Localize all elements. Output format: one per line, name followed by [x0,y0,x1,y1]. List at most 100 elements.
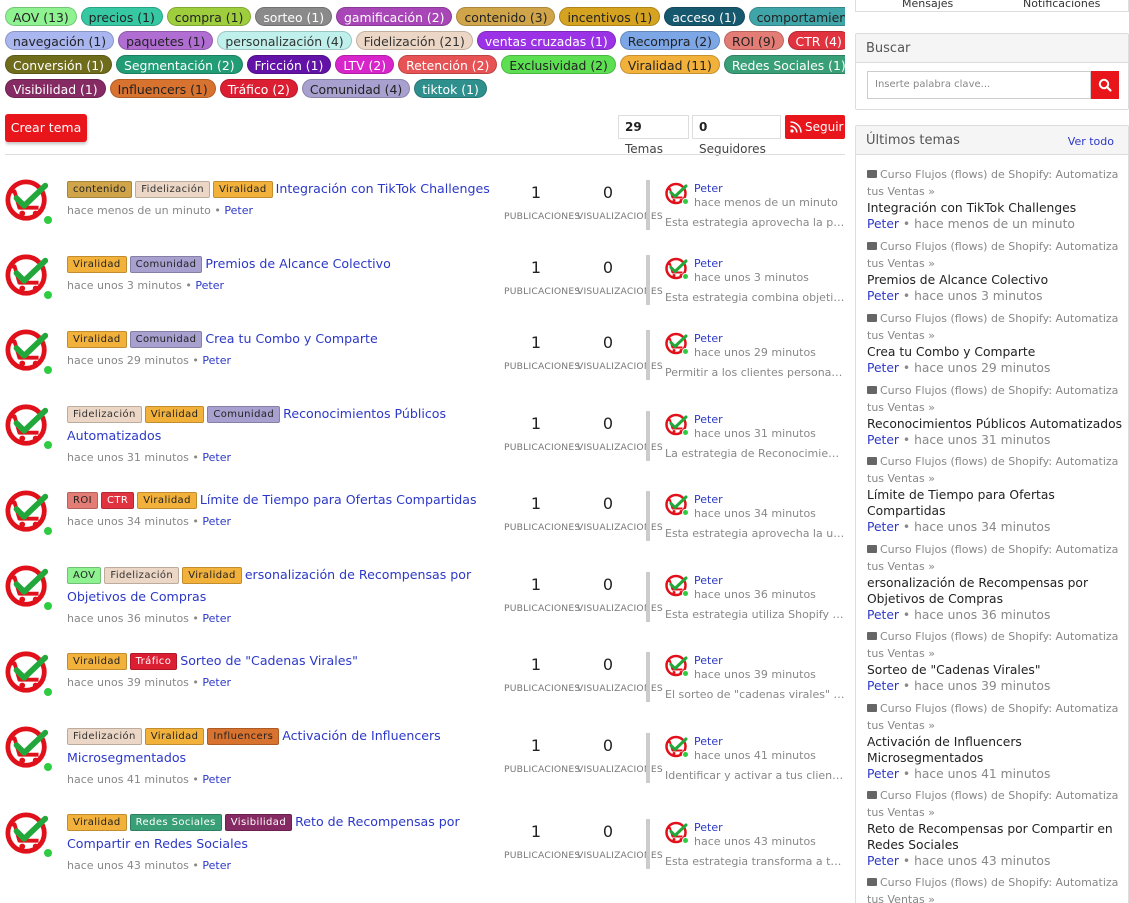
topic-title-cont[interactable]: Compartir en Redes Sociales [67,833,497,855]
tag-chip[interactable]: personalización (4) [217,31,352,50]
last-post-author[interactable]: Peter [694,182,723,195]
category-line2[interactable]: tus Ventas » [867,183,1122,200]
latest-topic-title[interactable]: Reto de Recompensas por Compartir en Red… [867,821,1122,853]
tag-chip[interactable]: tiktok (1) [414,79,487,98]
last-post-excerpt[interactable]: Esta estrategia aprovecha la urgencia [665,527,845,540]
tag-chip[interactable]: Conversión (1) [5,55,112,74]
avatar[interactable] [5,328,53,376]
topic-author[interactable]: Peter [202,859,231,872]
topic-tag[interactable]: AOV [67,567,102,584]
tag-chip[interactable]: Comunidad (4) [301,79,411,98]
follow-button[interactable]: Seguir [785,115,845,139]
topic-tag[interactable]: Fidelización [67,406,142,423]
topic-title[interactable]: Premios de Alcance Colectivo [205,256,390,271]
avatar[interactable] [5,725,53,773]
last-post-excerpt[interactable]: Esta estrategia transforma a tus cliente… [665,855,845,868]
last-post-avatar[interactable] [665,332,689,356]
tag-chip[interactable]: AOV (13) [5,7,77,26]
avatar[interactable] [5,403,53,451]
topic-tag[interactable]: Viralidad [67,653,127,670]
topic-tag[interactable]: Viralidad [67,814,127,831]
last-post-author[interactable]: Peter [694,257,723,270]
last-post-excerpt[interactable]: La estrategia de Reconocimientos Público… [665,447,845,460]
latest-topic-category[interactable]: Curso Flujos (flows) de Shopify: Automat… [867,453,1122,470]
latest-topic-title[interactable]: ersonalización de Recompensas por Objeti… [867,575,1122,607]
latest-topic-title[interactable]: Límite de Tiempo para Ofertas Compartida… [867,487,1122,519]
category-line2[interactable]: tus Ventas » [867,399,1122,416]
tag-chip[interactable]: ventas cruzadas (1) [476,31,616,50]
latest-topic-title[interactable]: Integración con TikTok Challenges [867,200,1122,216]
latest-topic-category[interactable]: Curso Flujos (flows) de Shopify: Automat… [867,238,1122,255]
topic-title[interactable]: Reto de Recompensas por [295,814,460,829]
topic-tag[interactable]: Viralidad [144,728,205,745]
latest-topic-category[interactable]: Curso Flujos (flows) de Shopify: Automat… [867,628,1122,645]
latest-topic-category[interactable]: Curso Flujos (flows) de Shopify: Automat… [867,700,1122,717]
last-post-author[interactable]: Peter [694,413,723,426]
category-line2[interactable]: tus Ventas » [867,717,1122,734]
topic-author[interactable]: Peter [202,515,231,528]
topic-tag[interactable]: CTR [100,492,135,509]
topic-author[interactable]: Peter [202,676,231,689]
topic-title[interactable]: Activación de Influencers [282,728,441,743]
category-line2[interactable]: tus Ventas » [867,255,1122,272]
tag-chip[interactable]: acceso (1) [664,7,745,26]
latest-topic-author[interactable]: Peter [867,289,899,303]
latest-topic-author[interactable]: Peter [867,217,899,231]
last-post-avatar[interactable] [665,257,689,281]
tag-chip[interactable]: navegación (1) [5,31,115,50]
last-post-avatar[interactable] [665,821,689,845]
create-topic-button[interactable]: Crear tema [5,114,87,142]
latest-topic-title[interactable]: Activación de Influencers Microsegmentad… [867,734,1122,766]
tag-chip[interactable]: gamificación (2) [336,7,453,26]
category-line2[interactable]: tus Ventas » [867,558,1122,575]
search-input[interactable]: Inserte palabra clave... [867,71,1091,99]
latest-topic-author[interactable]: Peter [867,608,899,622]
tag-chip[interactable]: Retención (2) [398,55,498,74]
latest-topic-author[interactable]: Peter [867,520,899,534]
tag-chip[interactable]: contenido (3) [456,7,556,26]
category-line2[interactable]: tus Ventas » [867,327,1122,344]
last-post-avatar[interactable] [665,735,689,759]
topic-title-cont[interactable]: Automatizados [67,425,497,447]
avatar[interactable] [5,564,53,612]
last-post-excerpt[interactable]: Esta estrategia utiliza Shopify Flow [665,608,845,621]
last-post-excerpt[interactable]: Permitir a los clientes personalizar com… [665,366,845,379]
tag-chip[interactable]: Visibilidad (1) [5,79,106,98]
topic-title[interactable]: ersonalización de Recompensas por [245,567,471,582]
latest-topic-title[interactable]: Reconocimientos Públicos Automatizados [867,416,1122,432]
topic-tag[interactable]: Comunidad [207,406,281,423]
last-post-avatar[interactable] [665,413,689,437]
latest-topic-author[interactable]: Peter [867,433,899,447]
tag-chip[interactable]: compra (1) [166,7,252,26]
last-post-author[interactable]: Peter [694,821,723,834]
last-post-excerpt[interactable]: El sorteo de "cadenas virales" aprovecha [665,688,845,701]
last-post-avatar[interactable] [665,574,689,598]
avatar[interactable] [5,253,53,301]
topic-tag[interactable]: Tráfico [129,653,178,670]
search-button[interactable] [1091,71,1119,99]
latest-topic-category[interactable]: Curso Flujos (flows) de Shopify: Automat… [867,166,1122,183]
category-line2[interactable]: tus Ventas » [867,891,1122,903]
avatar[interactable] [5,811,53,859]
tag-chip[interactable]: comportamiento (1) [748,7,845,26]
latest-topic-author[interactable]: Peter [867,854,899,868]
topic-tag[interactable]: Viralidad [182,567,242,584]
latest-topic-author[interactable]: Peter [867,361,899,375]
topic-title[interactable]: Sorteo de "Cadenas Virales" [180,653,358,668]
topic-author[interactable]: Peter [202,773,231,786]
last-post-author[interactable]: Peter [694,493,723,506]
tag-chip[interactable]: precios (1) [80,7,163,26]
tag-chip[interactable]: Recompra (2) [619,31,720,50]
latest-topic-title[interactable]: Crea tu Combo y Comparte [867,344,1122,360]
tag-chip[interactable]: Exclusividad (2) [501,55,616,74]
topic-title-cont[interactable]: Objetivos de Compras [67,586,497,608]
tag-chip[interactable]: Redes Sociales (1) [723,55,845,74]
topic-tag[interactable]: Fidelización [135,181,210,198]
topic-title[interactable]: Crea tu Combo y Comparte [205,331,377,346]
topic-tag[interactable]: contenido [67,181,133,198]
tag-chip[interactable]: Fricción (1) [246,55,332,74]
latest-topic-author[interactable]: Peter [867,679,899,693]
topic-tag[interactable]: Viralidad [67,256,127,273]
tag-chip[interactable]: incentivos (1) [559,7,661,26]
topic-tag[interactable]: Comunidad [129,256,203,273]
